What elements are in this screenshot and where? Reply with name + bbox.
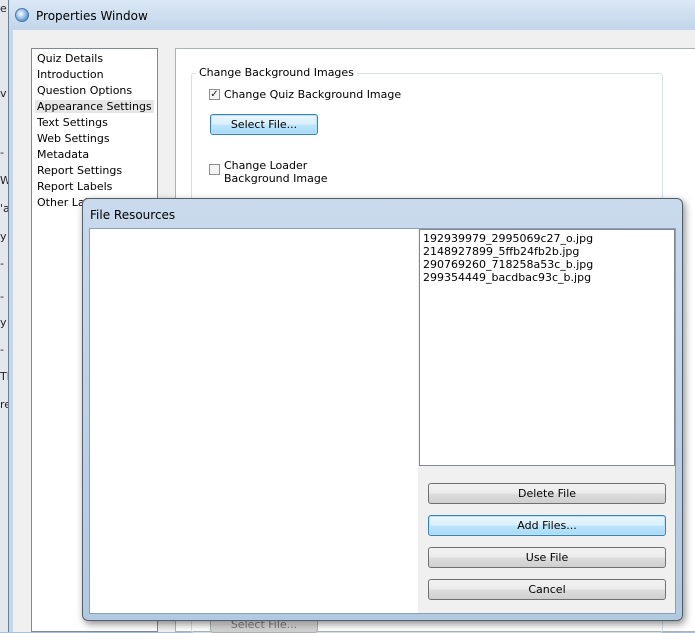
nav-item-web-settings[interactable]: Web Settings bbox=[37, 132, 110, 145]
quiz-bg-checkbox-label: Change Quiz Background Image bbox=[224, 88, 402, 101]
file-list-item[interactable]: 192939979_2995069c27_o.jpg bbox=[423, 232, 593, 245]
nav-item-report-settings[interactable]: Report Settings bbox=[37, 164, 122, 177]
dialog-client-area: 192939979_2995069c27_o.jpg 2148927899_5f… bbox=[89, 228, 676, 614]
add-files-button[interactable]: Add Files... bbox=[428, 515, 666, 536]
app-globe-icon bbox=[15, 8, 29, 22]
file-list-item[interactable]: 2148927899_5ffb24fb2b.jpg bbox=[423, 245, 579, 258]
file-list-item[interactable]: 299354449_bacdbac93c_b.jpg bbox=[423, 271, 591, 284]
cancel-button[interactable]: Cancel bbox=[428, 579, 666, 600]
nav-item-introduction[interactable]: Introduction bbox=[37, 68, 104, 81]
background-text: - bbox=[0, 146, 4, 159]
nav-item-text-settings[interactable]: Text Settings bbox=[37, 116, 108, 129]
background-text: y bbox=[0, 316, 7, 329]
window-titlebar[interactable]: Properties Window bbox=[9, 0, 695, 30]
background-text: e bbox=[0, 2, 7, 15]
file-list[interactable]: 192939979_2995069c27_o.jpg 2148927899_5f… bbox=[419, 229, 675, 466]
nav-item-metadata[interactable]: Metadata bbox=[37, 148, 89, 161]
background-text: y bbox=[0, 230, 7, 243]
nav-item-quiz-details[interactable]: Quiz Details bbox=[37, 52, 103, 65]
loader-bg-checkbox-label: Change Loader Background Image bbox=[224, 159, 328, 185]
quiz-bg-checkbox[interactable]: ✓ bbox=[209, 89, 220, 100]
dialog-title: File Resources bbox=[90, 208, 176, 222]
nav-item-appearance-settings[interactable]: Appearance Settings bbox=[35, 100, 154, 113]
background-text: - bbox=[0, 290, 4, 303]
group-title: Change Background Images bbox=[196, 66, 357, 79]
nav-item-report-labels[interactable]: Report Labels bbox=[37, 180, 112, 193]
file-list-item[interactable]: 290769260_718258a53c_b.jpg bbox=[423, 258, 593, 271]
use-file-button[interactable]: Use File bbox=[428, 547, 666, 568]
window-title: Properties Window bbox=[36, 9, 148, 23]
background-text: - bbox=[0, 257, 4, 270]
background-text: - bbox=[0, 343, 4, 356]
background-text: v bbox=[0, 87, 7, 100]
file-resources-dialog: File Resources 192939979_2995069c27_o.jp… bbox=[82, 198, 683, 621]
select-file-button[interactable]: Select File... bbox=[210, 114, 318, 135]
loader-bg-checkbox[interactable] bbox=[209, 164, 220, 175]
nav-item-question-options[interactable]: Question Options bbox=[37, 84, 132, 97]
delete-file-button[interactable]: Delete File bbox=[428, 483, 666, 504]
file-preview-panel bbox=[90, 229, 418, 613]
